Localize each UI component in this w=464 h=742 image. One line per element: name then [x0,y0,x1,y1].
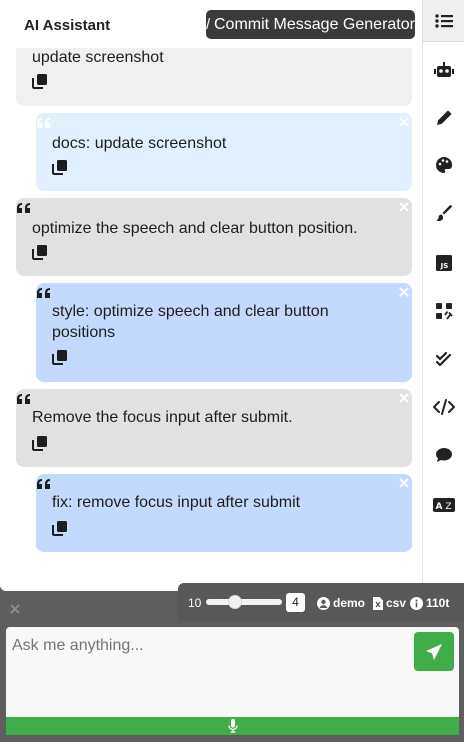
send-button[interactable] [414,632,454,671]
commit-message-generator-label: Commit Message Generator [214,16,415,33]
user-message: optimize the speech and clear button pos… [16,198,412,276]
voice-input-button[interactable] [6,717,459,735]
translate-icon: AZ [433,498,455,512]
header: AI Assistant / Commit Message Generator [0,0,422,48]
csv-label: csv [386,596,407,610]
assistant-message: style: optimize speech and clear button … [36,283,412,382]
assistant-message: fix: remove focus input after submit [36,474,412,552]
slash-icon: / [206,16,211,33]
sidebar-item-translate[interactable]: AZ [423,484,464,526]
info-icon [410,596,423,610]
tool-sidebar: JS AZ [422,0,464,583]
copy-icon[interactable] [32,435,48,451]
csv-file-icon [373,596,383,610]
sidebar-item-chat[interactable] [423,434,464,476]
context-value[interactable]: 4 [286,593,305,612]
close-icon[interactable] [398,116,410,128]
context-slider-track[interactable] [206,599,282,605]
sidebar-item-javascript[interactable]: JS [423,242,464,284]
copy-icon[interactable] [32,244,48,260]
quote-icon [37,288,50,298]
sidebar-item-code-review[interactable] [423,290,464,332]
chat-panel: AI Assistant / Commit Message Generator … [0,0,422,591]
sidebar-item-palette[interactable] [423,144,464,186]
brush-icon [436,205,452,221]
sidebar-item-code[interactable] [423,386,464,428]
close-icon[interactable] [398,201,410,213]
prompt-input[interactable] [12,637,402,655]
sidebar-item-brush[interactable] [423,192,464,234]
csv-export[interactable]: csv [373,596,406,610]
app-title: AI Assistant [24,17,111,34]
robot-icon [434,62,454,77]
pencil-icon [436,109,452,125]
token-info[interactable]: 110t [410,596,449,610]
sidebar-item-check[interactable] [423,338,464,380]
send-icon [426,643,442,660]
chat-icon [436,448,452,462]
svg-text:JS: JS [440,262,449,270]
code-icon [433,399,455,415]
copy-icon[interactable] [32,73,48,89]
context-slider-thumb[interactable] [228,595,242,609]
quote-icon [17,203,30,213]
close-icon[interactable] [398,286,410,298]
microphone-icon [227,719,238,733]
message-text: optimize the speech and clear button pos… [32,220,358,237]
svg-text:Z: Z [445,502,451,512]
dismiss-icon[interactable] [9,603,21,615]
user-circle-icon [317,596,330,610]
quote-icon [17,394,30,404]
copy-icon[interactable] [52,349,68,365]
sidebar-item-pencil[interactable] [423,96,464,138]
copy-icon[interactable] [52,520,68,536]
tokens-label: 110t [426,596,450,610]
double-check-icon [435,351,452,367]
message-text: fix: remove focus input after submit [52,494,301,511]
js-icon: JS [436,255,452,271]
message-text: Remove the focus input after submit. [32,409,293,426]
message-text: style: optimize speech and clear button … [52,303,329,341]
assistant-message: docs: update screenshot [36,113,412,191]
palette-icon [436,156,453,173]
input-area [6,627,459,735]
commit-message-generator-button[interactable]: / Commit Message Generator [206,10,415,39]
copy-icon[interactable] [52,159,68,175]
svg-text:A: A [436,502,443,512]
message-text: update screenshot [32,49,164,66]
sidebar-item-robot[interactable] [423,49,464,91]
control-bar: 10 4 demo csv 110t [178,583,464,621]
quote-icon [37,118,50,128]
user-indicator[interactable]: demo [317,596,365,610]
user-label: demo [333,596,366,610]
slider-min-label: 10 [188,596,202,610]
code-review-icon [436,303,453,320]
close-icon[interactable] [398,392,410,404]
quote-icon [37,479,50,489]
close-icon[interactable] [398,477,410,489]
user-message: Remove the focus input after submit. [16,389,412,467]
list-icon [435,13,453,28]
sidebar-item-list[interactable] [423,0,464,42]
message-text: docs: update screenshot [52,135,227,152]
